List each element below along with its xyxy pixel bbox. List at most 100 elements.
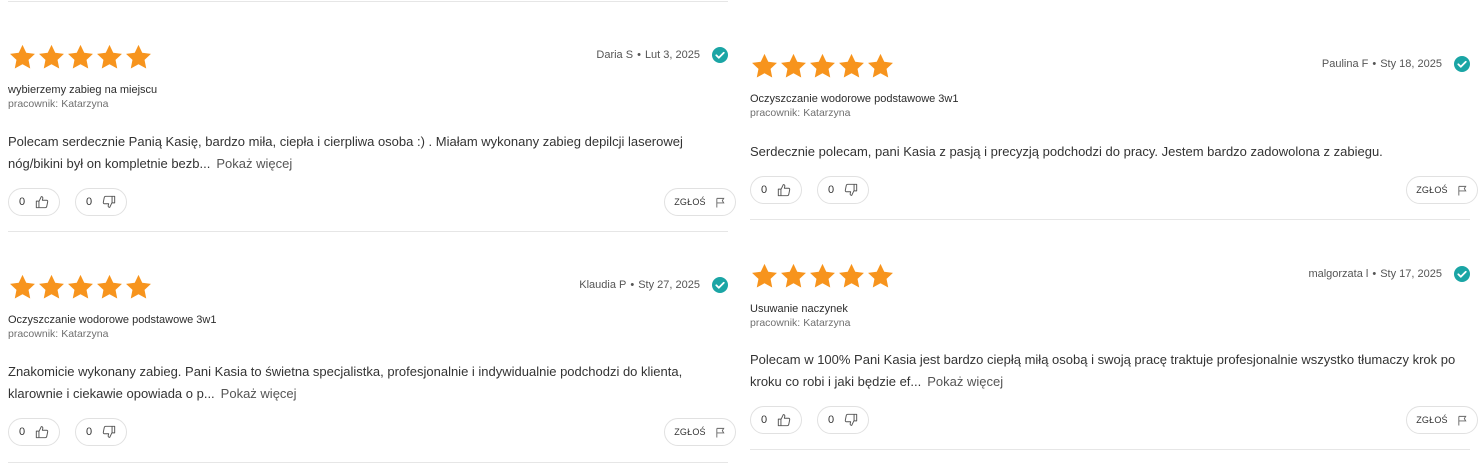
employee-name: Katarzyna [803, 107, 851, 119]
divider [8, 1, 728, 2]
date-separator: • [630, 279, 635, 291]
flag-icon [1458, 185, 1467, 196]
report-button[interactable]: ZGŁOŚ [664, 188, 736, 216]
report-label: ZGŁOŚ [1416, 185, 1448, 195]
review-text: Serdecznie polecam, pani Kasia z pasją i… [750, 141, 1470, 163]
star-icon [752, 263, 777, 288]
show-more-link[interactable]: Pokaż więcej [221, 386, 297, 401]
thumbs-down-icon [844, 413, 858, 426]
show-more-link[interactable]: Pokaż więcej [216, 156, 292, 171]
star-icon [97, 44, 122, 69]
report-button[interactable]: ZGŁOŚ [664, 418, 736, 446]
star-icon [39, 44, 64, 69]
review-text-body: Znakomicie wykonany zabieg. Pani Kasia t… [8, 364, 683, 401]
report-label: ZGŁOŚ [674, 197, 706, 207]
date-separator: • [1372, 268, 1377, 280]
review-meta: Daria S • Lut 3, 2025 [596, 47, 728, 63]
star-icon [126, 274, 151, 299]
review-employee: pracownik: Katarzyna [8, 98, 108, 110]
thumbs-up-icon [777, 184, 791, 197]
employee-name: Katarzyna [61, 328, 109, 340]
review-text-body: Polecam serdecznie Panią Kasię, bardzo m… [8, 134, 683, 171]
thumbs-down-icon [102, 195, 116, 208]
date-separator: • [637, 49, 641, 61]
star-icon [868, 53, 893, 78]
verified-check-icon [1454, 56, 1470, 72]
dislike-count: 0 [827, 414, 835, 426]
like-count: 0 [18, 426, 26, 438]
star-icon [839, 263, 864, 288]
show-more-link[interactable]: Pokaż więcej [927, 374, 1003, 389]
dislike-count: 0 [827, 184, 835, 196]
verified-check-icon [712, 47, 728, 63]
review-employee: pracownik: Katarzyna [750, 317, 850, 329]
star-icon [810, 53, 835, 78]
dislike-button[interactable]: 0 [817, 176, 869, 204]
thumbs-down-icon [102, 425, 116, 438]
like-count: 0 [760, 414, 768, 426]
dislike-count: 0 [85, 426, 93, 438]
star-rating [750, 262, 895, 291]
review-date: Sty 18, 2025 [1380, 58, 1442, 70]
like-button[interactable]: 0 [8, 418, 60, 446]
dislike-button[interactable]: 0 [75, 188, 127, 216]
review-author: Paulina F [1321, 58, 1369, 70]
review-meta: malgorzata l • Sty 17, 2025 [1308, 266, 1470, 282]
review-text-body: Serdecznie polecam, pani Kasia z pasją i… [750, 144, 1383, 159]
review-service: Usuwanie naczynek [750, 303, 848, 315]
star-icon [97, 274, 122, 299]
like-count: 0 [18, 196, 26, 208]
review-service: Oczyszczanie wodorowe podstawowe 3w1 [8, 314, 217, 326]
dislike-count: 0 [85, 196, 93, 208]
report-button[interactable]: ZGŁOŚ [1406, 176, 1478, 204]
star-icon [39, 274, 64, 299]
divider [8, 231, 728, 232]
report-label: ZGŁOŚ [674, 427, 706, 437]
star-icon [868, 263, 893, 288]
dislike-button[interactable]: 0 [817, 406, 869, 434]
thumbs-up-icon [35, 426, 49, 439]
employee-prefix: pracownik: [750, 107, 801, 119]
star-icon [10, 44, 35, 69]
star-icon [68, 44, 93, 69]
review-meta: Paulina F • Sty 18, 2025 [1322, 56, 1470, 72]
star-rating [8, 273, 153, 302]
star-icon [752, 53, 777, 78]
report-button[interactable]: ZGŁOŚ [1406, 406, 1478, 434]
star-icon [10, 274, 35, 299]
like-button[interactable]: 0 [8, 188, 60, 216]
thumbs-up-icon [35, 196, 49, 209]
review-service: Oczyszczanie wodorowe podstawowe 3w1 [750, 93, 959, 105]
flag-icon [716, 197, 725, 208]
like-button[interactable]: 0 [750, 406, 802, 434]
star-icon [781, 263, 806, 288]
verified-check-icon [1454, 266, 1470, 282]
review-text: Polecam serdecznie Panią Kasię, bardzo m… [8, 131, 728, 175]
review-author: malgorzata l [1308, 268, 1369, 280]
review-employee: pracownik: Katarzyna [8, 328, 108, 340]
star-icon [68, 274, 93, 299]
employee-name: Katarzyna [61, 98, 109, 110]
star-icon [781, 53, 806, 78]
report-label: ZGŁOŚ [1416, 415, 1448, 425]
review-date: Sty 27, 2025 [638, 279, 700, 291]
review-date: Lut 3, 2025 [644, 49, 700, 61]
review-employee: pracownik: Katarzyna [750, 107, 850, 119]
employee-prefix: pracownik: [8, 328, 59, 340]
review-author: Daria S [596, 49, 634, 61]
review-service: wybierzemy zabieg na miejscu [8, 84, 158, 96]
divider [750, 219, 1470, 220]
star-icon [126, 44, 151, 69]
date-separator: • [1372, 58, 1377, 70]
verified-check-icon [712, 277, 728, 293]
employee-prefix: pracownik: [8, 98, 59, 110]
like-count: 0 [760, 184, 768, 196]
review-text: Znakomicie wykonany zabieg. Pani Kasia t… [8, 361, 728, 405]
dislike-button[interactable]: 0 [75, 418, 127, 446]
star-icon [810, 263, 835, 288]
thumbs-down-icon [844, 183, 858, 196]
star-rating [750, 52, 895, 81]
review-text-body: Polecam w 100% Pani Kasia jest bardzo ci… [750, 352, 1456, 389]
flag-icon [716, 427, 725, 438]
like-button[interactable]: 0 [750, 176, 802, 204]
